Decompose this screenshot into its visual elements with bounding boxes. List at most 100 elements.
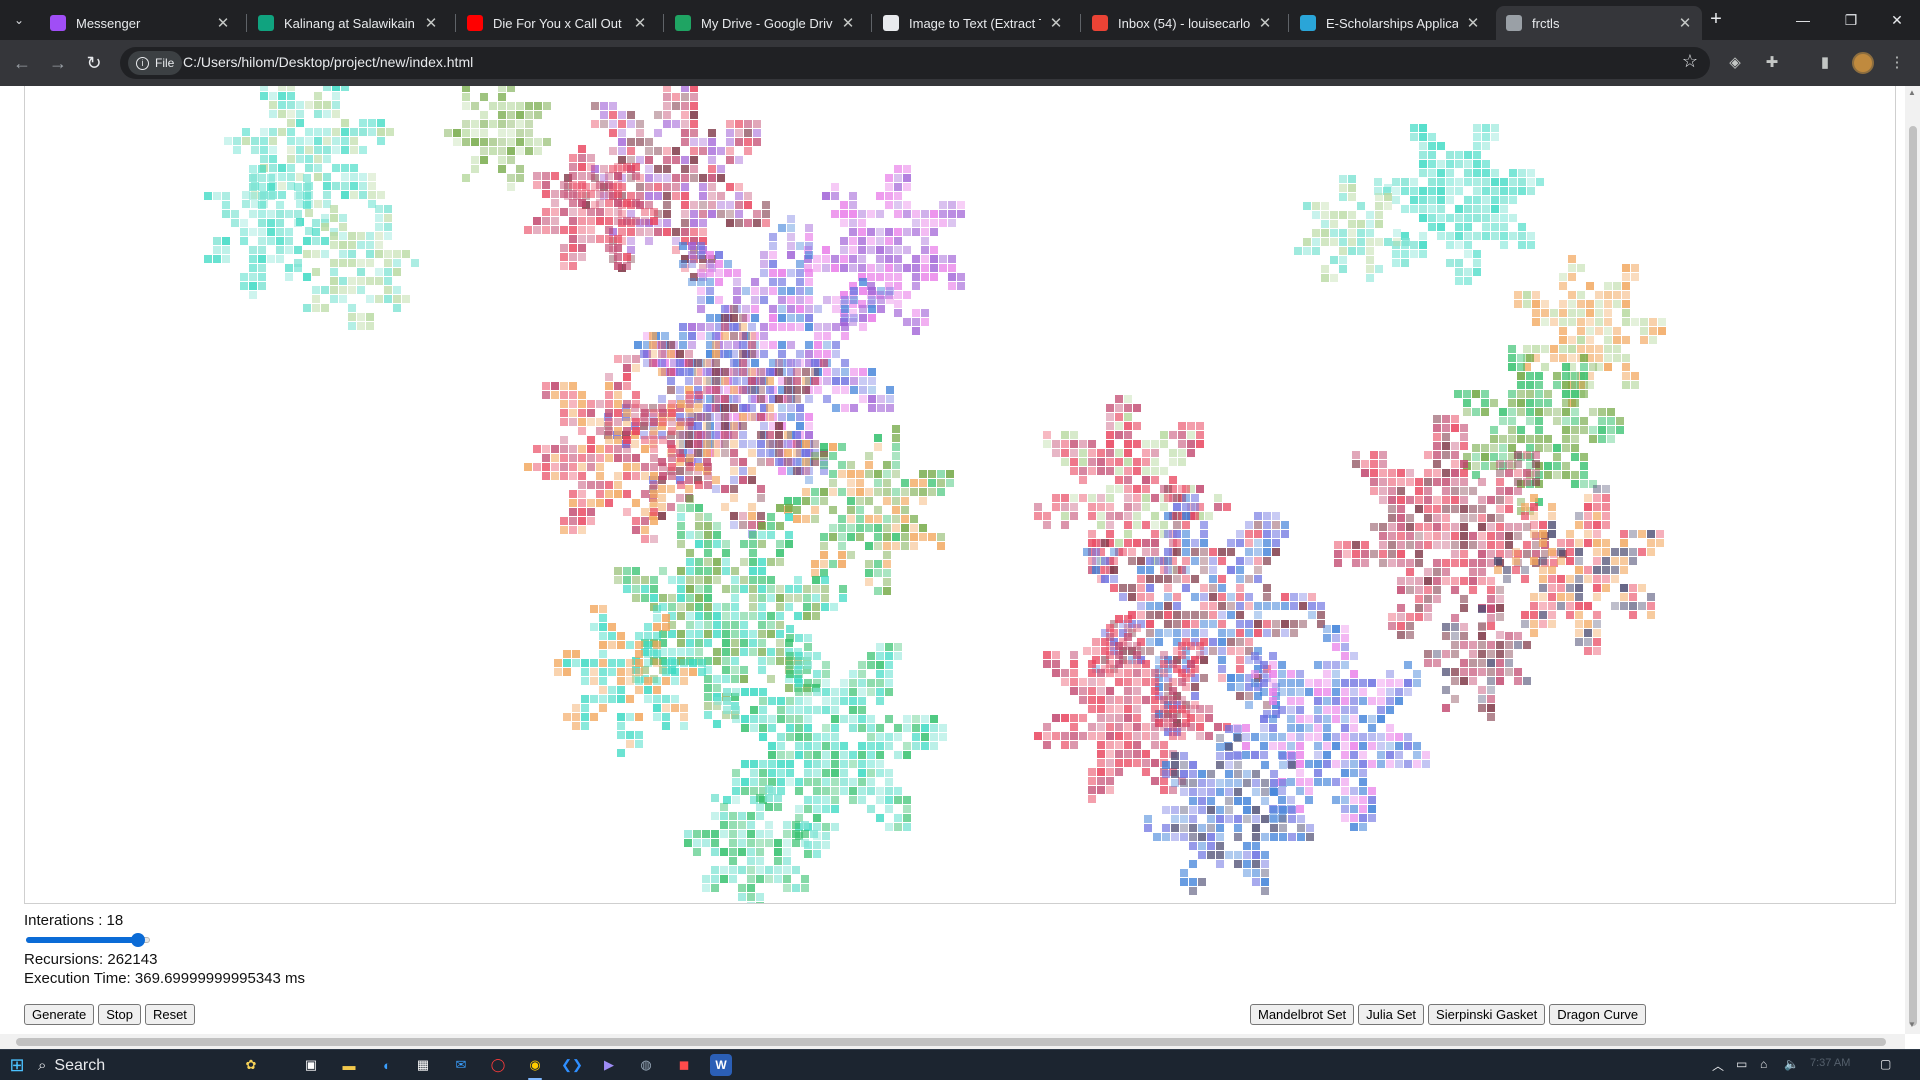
tab-0[interactable]: Messenger ✕ (40, 6, 240, 40)
e-scholarships-icon (1300, 15, 1316, 31)
restore-icon[interactable]: ❐ (1828, 6, 1874, 34)
menu-kebab-icon[interactable]: ⋮ (1886, 52, 1908, 74)
tab-separator (455, 14, 456, 32)
slider-thumb[interactable] (130, 933, 145, 947)
tab-2[interactable]: Die For You x Call Out My ✕ (457, 6, 657, 40)
opera-icon[interactable]: ◯ (487, 1054, 509, 1076)
info-icon: i (136, 56, 149, 70)
mandelbrot-set-button[interactable]: Mandelbrot Set (1250, 1004, 1355, 1025)
tab-5[interactable]: Inbox (54) - louisecarlos ✕ (1082, 6, 1282, 40)
tab-separator (246, 14, 247, 32)
scheme-label: File (155, 56, 175, 70)
dragon-curve-button[interactable]: Dragon Curve (1549, 1004, 1647, 1025)
clock[interactable]: 7:37 AM (1810, 1057, 1850, 1069)
red-app-icon[interactable]: ◼ (673, 1054, 695, 1076)
tab-search-chevron-icon[interactable]: ⌄ (6, 8, 32, 32)
side-panel-icon[interactable]: ▮ (1814, 52, 1836, 74)
iterations-label: Interations : 18 (24, 912, 124, 929)
tab-separator (871, 14, 872, 32)
new-tab-plus-icon[interactable]: + (1704, 8, 1728, 32)
scroll-down-arrow-icon[interactable]: ▼ (1908, 1020, 1916, 1029)
reset-button[interactable]: Reset (144, 1004, 195, 1025)
bookmark-star-icon[interactable]: ☆ (1682, 51, 1698, 72)
vertical-scroll-thumb[interactable] (1909, 126, 1917, 1026)
tab-4[interactable]: Image to Text (Extract Te ✕ (873, 6, 1073, 40)
close-window-icon[interactable]: ✕ (1874, 6, 1920, 34)
reload-icon[interactable]: ↻ (80, 49, 108, 77)
horizontal-scrollbar[interactable] (0, 1034, 1905, 1049)
google-lens-icon[interactable]: ◈ (1724, 52, 1746, 74)
microsoft-store-icon[interactable]: ▦ (412, 1054, 434, 1076)
task-view-icon[interactable]: ▣ (300, 1054, 322, 1076)
fractal-type-buttons: Mandelbrot Set Julia Set Sierpinski Gasket… (1250, 1004, 1650, 1025)
youtube-icon (467, 15, 483, 31)
close-tab-icon[interactable]: ✕ (1049, 14, 1063, 32)
close-tab-icon[interactable]: ✕ (841, 14, 855, 32)
close-tab-icon[interactable]: ✕ (1258, 14, 1272, 32)
back-arrow-icon[interactable]: ← (8, 49, 36, 77)
tab-1[interactable]: Kalinang at Salawikain ✕ (248, 6, 448, 40)
gmail-icon (1092, 15, 1108, 31)
tab-title: Inbox (54) - louisecarlos (1118, 15, 1250, 31)
edge-icon[interactable]: ◐ (376, 1054, 398, 1076)
minimize-icon[interactable]: — (1780, 6, 1826, 34)
chrome-icon[interactable]: ◉ (524, 1054, 546, 1076)
vscode-icon[interactable]: ❮❯ (561, 1054, 583, 1076)
media-player-icon[interactable]: ▶ (598, 1054, 620, 1076)
address-bar[interactable]: i File C:/Users/hilom/Desktop/project/ne… (120, 47, 1710, 79)
url-text[interactable]: C:/Users/hilom/Desktop/project/new/index… (183, 54, 473, 70)
close-tab-icon[interactable]: ✕ (216, 14, 230, 32)
tray-app-icon[interactable]: ▭ (1736, 1057, 1747, 1071)
vertical-scrollbar[interactable]: ▲ ▼ (1905, 86, 1920, 1034)
taskbar-search[interactable]: ⌕ Search (38, 1053, 238, 1078)
julia-set-button[interactable]: Julia Set (1358, 1004, 1425, 1025)
browser-toolbar: ← → ↻ i File C:/Users/hilom/Desktop/proj… (0, 40, 1920, 86)
tray-chevron-icon[interactable]: ︿ (1712, 1057, 1724, 1074)
stop-button[interactable]: Stop (98, 1004, 141, 1025)
horizontal-scroll-thumb[interactable] (16, 1038, 1886, 1046)
close-tab-icon[interactable]: ✕ (633, 14, 647, 32)
tab-7[interactable]: frctls ✕ (1496, 6, 1702, 40)
slider-fill (26, 937, 138, 943)
tab-separator (1288, 14, 1289, 32)
network-icon[interactable]: ⌂ (1760, 1057, 1767, 1071)
mail-icon[interactable]: ✉ (450, 1054, 472, 1076)
iterations-slider[interactable] (24, 931, 152, 947)
windows-taskbar: ⊞ ⌕ Search ✿ ▣ ▬ ◐ ▦ ✉ ◯ ◉ ❮❯ ▶ ◍ ◼ W ︿ … (0, 1049, 1920, 1080)
search-icon: ⌕ (38, 1057, 47, 1074)
chatgpt-icon (258, 15, 274, 31)
tab-6[interactable]: E-Scholarships Applicatio ✕ (1290, 6, 1490, 40)
close-tab-icon[interactable]: ✕ (424, 14, 438, 32)
execution-time-label: Execution Time: 369.69999999995343 ms (24, 970, 306, 987)
tab-title: E-Scholarships Applicatio (1326, 15, 1458, 31)
fractal-canvas[interactable] (24, 86, 1896, 904)
tab-title: My Drive - Google Drive (701, 15, 833, 31)
tab-3[interactable]: My Drive - Google Drive ✕ (665, 6, 865, 40)
google-drive-icon (675, 15, 691, 31)
tab-title: Die For You x Call Out My (493, 15, 625, 31)
scroll-up-arrow-icon[interactable]: ▲ (1908, 88, 1916, 97)
tab-title: frctls (1532, 15, 1560, 31)
generate-button[interactable]: Generate (24, 1004, 95, 1025)
close-tab-icon[interactable]: ✕ (1678, 14, 1692, 32)
tab-title: Messenger (76, 15, 141, 31)
notifications-icon[interactable]: ▢ (1880, 1057, 1891, 1071)
forward-arrow-icon[interactable]: → (44, 49, 72, 77)
globe-icon (1506, 15, 1522, 31)
file-explorer-icon[interactable]: ▬ (338, 1054, 360, 1076)
volume-icon[interactable]: 🔈 (1784, 1057, 1799, 1071)
steam-icon[interactable]: ◍ (635, 1054, 657, 1076)
windows-start-icon[interactable]: ⊞ (6, 1054, 28, 1076)
recursions-label: Recursions: 262143 (24, 951, 158, 968)
controls-panel: Interations : 18 Recursions: 262143 Exec… (24, 912, 824, 987)
profile-avatar[interactable] (1852, 52, 1874, 74)
sierpinski-gasket-button[interactable]: Sierpinski Gasket (1428, 1004, 1546, 1025)
word-icon[interactable]: W (710, 1054, 732, 1076)
site-info-chip[interactable]: i File (128, 51, 183, 75)
messenger-icon (50, 15, 66, 31)
extensions-puzzle-icon[interactable]: ✚ (1761, 52, 1783, 74)
close-tab-icon[interactable]: ✕ (1466, 14, 1480, 32)
fractal-pixels (204, 86, 1666, 903)
weather-widget-icon[interactable]: ✿ (240, 1054, 262, 1076)
tab-separator (663, 14, 664, 32)
